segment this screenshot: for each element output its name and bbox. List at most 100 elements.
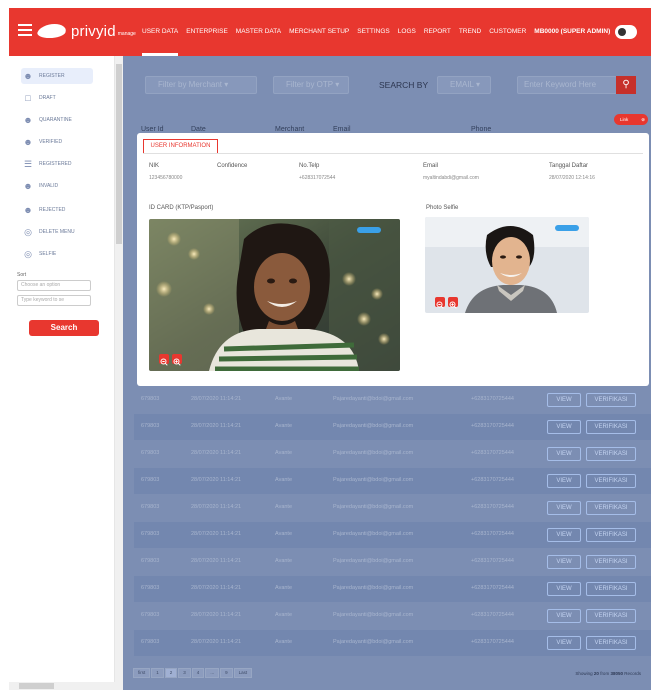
verify-button[interactable]: VERIFIKASI bbox=[586, 501, 636, 515]
nav-merchant-setup[interactable]: MERCHANT SETUP bbox=[289, 8, 349, 56]
table-row[interactable]: 679803 28/07/2020 11:14:21 Avante Pajareday… bbox=[134, 387, 651, 413]
cell-phone: +6283170725444 bbox=[471, 531, 514, 537]
table-row[interactable]: 679803 28/07/2020 11:14:21 Avante Pajareday… bbox=[134, 468, 651, 494]
verify-button[interactable]: VERIFIKASI bbox=[586, 474, 636, 488]
table-row[interactable]: 679803 28/07/2020 11:14:21 Avante Pajareday… bbox=[134, 441, 651, 467]
table-row[interactable]: 679803 28/07/2020 11:14:21 Avante Pajareday… bbox=[134, 549, 651, 575]
otp-filter-select[interactable]: Filter by OTP ▾ bbox=[273, 76, 349, 94]
verify-button[interactable]: VERIFIKASI bbox=[586, 555, 636, 569]
cell-user-id: 679803 bbox=[141, 450, 160, 456]
cell-user-id: 679803 bbox=[141, 504, 160, 510]
sidebar-item-delete-menu[interactable]: ◎ DELETE MENU bbox=[21, 224, 93, 240]
field-label-nik: NIK bbox=[149, 163, 160, 169]
verify-button[interactable]: VERIFIKASI bbox=[586, 528, 636, 542]
view-button[interactable]: VIEW bbox=[547, 636, 581, 650]
sidebar-item-label: VERIFIED bbox=[39, 139, 63, 145]
sidebar-item-label: INVALID bbox=[39, 183, 59, 189]
table-row[interactable]: 679803 28/07/2020 11:14:21 Avante Pajareday… bbox=[134, 576, 651, 602]
hamburger-menu-icon[interactable] bbox=[18, 24, 32, 36]
sidebar-item-label: REGISTERED bbox=[39, 161, 72, 167]
nav-master-data[interactable]: MASTER DATA bbox=[236, 8, 281, 56]
nav-logs[interactable]: LOGS bbox=[398, 8, 416, 56]
table-row[interactable]: 679803 28/07/2020 11:14:21 Avante Pajareday… bbox=[134, 414, 651, 440]
page-last[interactable]: Last bbox=[233, 668, 253, 678]
page-9[interactable]: 9 bbox=[220, 668, 233, 678]
page-2[interactable]: 2 bbox=[164, 668, 178, 678]
sidebar-item-invalid[interactable]: ☻ INVALID bbox=[21, 178, 93, 194]
horizontal-scrollbar[interactable] bbox=[9, 682, 123, 690]
sidebar-item-quarantine[interactable]: ☻ QUARANTINE bbox=[21, 112, 93, 128]
sidebar-keyword-input[interactable]: Type keyword to se bbox=[17, 295, 91, 306]
cell-date: 28/07/2020 11:14:21 bbox=[191, 585, 242, 591]
nav-account[interactable]: MB0000 (SUPER ADMIN) bbox=[534, 8, 610, 56]
cell-user-id: 679803 bbox=[141, 558, 160, 564]
cell-merchant: Avante bbox=[275, 396, 293, 402]
view-button[interactable]: VIEW bbox=[547, 474, 581, 488]
page-1[interactable]: 1 bbox=[151, 668, 164, 678]
search-by-value: EMAIL bbox=[450, 80, 474, 89]
verify-button[interactable]: VERIFIKASI bbox=[586, 447, 636, 461]
zoom-in-icon bbox=[173, 358, 181, 366]
nav-settings[interactable]: SETTINGS bbox=[357, 8, 390, 56]
sidebar-scrollbar[interactable] bbox=[115, 56, 123, 690]
cell-user-id: 679803 bbox=[141, 396, 160, 402]
view-button[interactable]: VIEW bbox=[547, 393, 581, 407]
cell-user-id: 679803 bbox=[141, 423, 160, 429]
field-label-email: Email bbox=[423, 163, 439, 169]
search-by-select[interactable]: EMAIL ▾ bbox=[437, 76, 491, 94]
nav-trend[interactable]: TREND bbox=[459, 8, 481, 56]
cell-email: Pajaredayanti@bdoi@gmail.com bbox=[333, 450, 414, 456]
user-information-modal: USER INFORMATION NIK 123456780000 Confid… bbox=[137, 133, 649, 386]
nav-enterprise[interactable]: ENTERPRISE bbox=[186, 8, 228, 56]
nav-report[interactable]: REPORT bbox=[424, 8, 451, 56]
tab-user-information[interactable]: USER INFORMATION bbox=[143, 139, 218, 153]
keyword-input[interactable]: Enter Keyword Here bbox=[517, 76, 617, 94]
zoom-in-button[interactable] bbox=[172, 354, 182, 366]
fingerprint-icon: ◎ bbox=[24, 248, 32, 259]
sidebar-item-rejected[interactable]: ☻ REJECTED bbox=[21, 202, 93, 218]
table-row[interactable]: 679803 28/07/2020 11:14:21 Avante Pajareday… bbox=[134, 630, 651, 656]
keyword-search-button[interactable]: ⚲ bbox=[616, 76, 636, 94]
nav-customer[interactable]: CUSTOMER bbox=[489, 8, 526, 56]
selfie-zoom-in-button[interactable] bbox=[448, 297, 458, 309]
nav-user-data[interactable]: USER DATA bbox=[142, 8, 179, 56]
verify-button[interactable]: VERIFIKASI bbox=[586, 582, 636, 596]
theme-toggle[interactable] bbox=[615, 25, 637, 39]
verify-button[interactable]: VERIFIKASI bbox=[586, 420, 636, 434]
zoom-out-icon bbox=[160, 358, 168, 366]
privyid-logo[interactable]: privyid manage bbox=[35, 20, 136, 42]
zoom-out-button[interactable] bbox=[159, 354, 169, 366]
page-3[interactable]: 3 bbox=[178, 668, 191, 678]
page-first[interactable]: first bbox=[133, 668, 151, 678]
sidebar-item-verified[interactable]: ☻ VERIFIED bbox=[21, 134, 93, 150]
link-button[interactable]: Link ⊗ bbox=[614, 114, 648, 125]
sidebar-item-registered[interactable]: ☰ REGISTERED bbox=[21, 156, 93, 172]
sidebar-item-register[interactable]: ☻ REGISTER bbox=[21, 68, 93, 84]
view-button[interactable]: VIEW bbox=[547, 555, 581, 569]
sidebar-item-selfie[interactable]: ◎ SELFIE bbox=[21, 246, 93, 262]
verify-button[interactable]: VERIFIKASI bbox=[586, 636, 636, 650]
search-button[interactable]: Search bbox=[29, 320, 99, 336]
view-button[interactable]: VIEW bbox=[547, 528, 581, 542]
table-row[interactable]: 679803 28/07/2020 11:14:21 Avante Pajareday… bbox=[134, 495, 651, 521]
verify-button[interactable]: VERIFIKASI bbox=[586, 609, 636, 623]
cell-merchant: Avante bbox=[275, 450, 293, 456]
merchant-filter-select[interactable]: Filter by Merchant ▾ bbox=[145, 76, 257, 94]
table-row[interactable]: 679803 28/07/2020 11:14:21 Avante Pajareday… bbox=[134, 522, 651, 548]
sort-select[interactable]: Choose an option bbox=[17, 280, 91, 291]
verify-button[interactable]: VERIFIKASI bbox=[586, 393, 636, 407]
field-value-phone: +628317072544 bbox=[299, 175, 336, 181]
cell-merchant: Avante bbox=[275, 477, 293, 483]
page-4[interactable]: 4 bbox=[191, 668, 205, 678]
selfie-zoom-out-button[interactable] bbox=[435, 297, 445, 309]
cell-email: Pajaredayanti@bdoi@gmail.com bbox=[333, 396, 414, 402]
view-button[interactable]: VIEW bbox=[547, 501, 581, 515]
showing-mid: from bbox=[600, 671, 610, 676]
view-button[interactable]: VIEW bbox=[547, 447, 581, 461]
logo-mark-icon bbox=[35, 24, 69, 38]
view-button[interactable]: VIEW bbox=[547, 420, 581, 434]
sidebar-item-draft[interactable]: □ DRAFT bbox=[21, 90, 93, 106]
view-button[interactable]: VIEW bbox=[547, 609, 581, 623]
table-row[interactable]: 679803 28/07/2020 11:14:21 Avante Pajareday… bbox=[134, 603, 651, 629]
view-button[interactable]: VIEW bbox=[547, 582, 581, 596]
